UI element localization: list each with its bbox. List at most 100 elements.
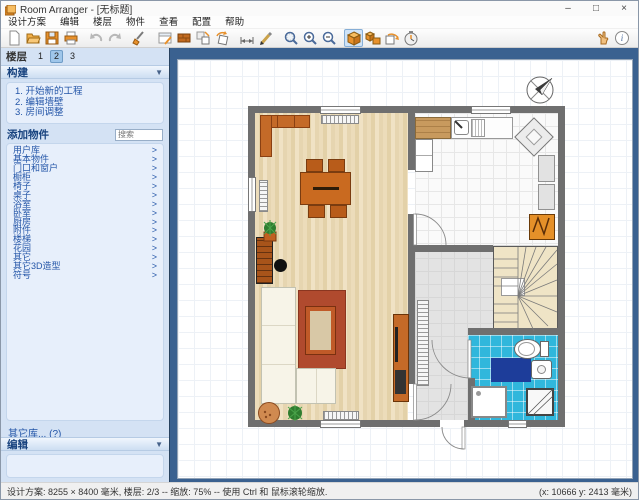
- dining-chair[interactable]: [330, 205, 347, 218]
- stool[interactable]: [274, 259, 287, 272]
- menu-item-view[interactable]: 查看: [152, 16, 185, 29]
- window[interactable]: [471, 106, 511, 114]
- washbasin-bowl: [537, 365, 546, 374]
- shower-cabin[interactable]: [526, 388, 554, 416]
- pen-icon: [258, 30, 274, 46]
- paint-format-button[interactable]: [130, 29, 149, 47]
- hand-pointer-icon: [595, 30, 611, 46]
- dining-table-inlay: [313, 187, 339, 190]
- sofa[interactable]: [296, 368, 336, 404]
- menu-item-edit[interactable]: 编辑: [53, 16, 86, 29]
- wall-icon: [176, 30, 192, 46]
- bookshelf[interactable]: [256, 237, 273, 284]
- zoom-out-button[interactable]: [319, 29, 338, 47]
- side-table[interactable]: [258, 402, 280, 424]
- save-button[interactable]: [42, 29, 61, 47]
- zoom-selection-button[interactable]: [281, 29, 300, 47]
- walkthrough-button[interactable]: [382, 29, 401, 47]
- door-swing: [442, 427, 464, 449]
- about-button[interactable]: i: [612, 29, 631, 47]
- window[interactable]: [508, 420, 527, 428]
- menu-item-floors[interactable]: 楼层: [86, 16, 119, 29]
- new-room-button[interactable]: [155, 29, 174, 47]
- open-button[interactable]: [23, 29, 42, 47]
- stopwatch-icon: [403, 30, 419, 46]
- window[interactable]: [320, 420, 361, 428]
- dining-chair[interactable]: [306, 159, 323, 172]
- radiator[interactable]: [259, 180, 268, 212]
- radiator[interactable]: [321, 115, 359, 124]
- wall-button[interactable]: [174, 29, 193, 47]
- radiator[interactable]: [323, 411, 359, 420]
- tv-equipment: [395, 370, 406, 394]
- kitchen-counter-wood[interactable]: [415, 117, 451, 139]
- edit-section-body: [6, 454, 164, 478]
- menu-item-config[interactable]: 配置: [185, 16, 218, 29]
- minimize-button[interactable]: –: [554, 1, 582, 16]
- status-left: 设计方案: 8255 × 8400 毫米, 楼层: 2/3 -- 缩放: 75%…: [7, 485, 327, 498]
- tall-cabinet[interactable]: [415, 139, 433, 172]
- draw-button[interactable]: [256, 29, 275, 47]
- pointer-tool-button[interactable]: [593, 29, 612, 47]
- compass-icon: [527, 77, 553, 103]
- move-object-icon: [195, 30, 211, 46]
- build-step-3[interactable]: 3. 房间调整: [15, 108, 155, 119]
- wall-cabinet[interactable]: [538, 155, 555, 182]
- quick-settings-button[interactable]: [401, 29, 420, 47]
- menu-item-help[interactable]: 帮助: [218, 16, 251, 29]
- menu-item-objects[interactable]: 物件: [119, 16, 152, 29]
- move-object-button[interactable]: [193, 29, 212, 47]
- objects-library-button[interactable]: [363, 29, 382, 47]
- collapse-arrow-icon[interactable]: ▼: [155, 68, 163, 77]
- search-input[interactable]: [115, 129, 163, 141]
- coffee-table[interactable]: [306, 307, 335, 354]
- entrance-door-opening[interactable]: [440, 420, 464, 428]
- build-section-header[interactable]: 构建 ▼: [1, 65, 169, 79]
- drawing-page[interactable]: [177, 59, 633, 479]
- floor-tab-3[interactable]: 3: [66, 50, 79, 63]
- redo-button[interactable]: [105, 29, 124, 47]
- rotate-object-icon: [214, 30, 230, 46]
- build-step-1[interactable]: 1. 开始新的工程: [15, 87, 155, 98]
- bathroom-mat[interactable]: [491, 358, 531, 382]
- kitchen-sink[interactable]: [454, 120, 469, 135]
- dining-chair[interactable]: [328, 159, 345, 172]
- dining-chair[interactable]: [308, 205, 325, 218]
- hall-radiator[interactable]: [417, 300, 429, 386]
- floor-tab-2[interactable]: 2: [50, 50, 63, 63]
- undo-button[interactable]: [86, 29, 105, 47]
- rotate-object-button[interactable]: [212, 29, 231, 47]
- edit-section-header[interactable]: 编辑 ▼: [1, 437, 169, 451]
- zoom-selection-icon: [283, 30, 299, 46]
- collapse-arrow-icon[interactable]: ▼: [155, 440, 163, 449]
- chevron-right-icon: >: [152, 271, 157, 280]
- category-item-symbols[interactable]: 符号>: [7, 271, 163, 280]
- stove[interactable]: [529, 214, 555, 240]
- other-libraries-link[interactable]: 其它库... (?): [1, 424, 169, 437]
- window-title: Room Arranger - [无标题]: [20, 1, 554, 16]
- add-objects-title: 添加物件: [7, 127, 49, 142]
- wall-cabinet[interactable]: [538, 184, 555, 210]
- edit-title: 编辑: [7, 437, 28, 452]
- app-window: Room Arranger - [无标题] – □ × 设计方案 编辑 楼层 物…: [0, 0, 639, 500]
- title-bar: Room Arranger - [无标题] – □ ×: [1, 1, 638, 16]
- window[interactable]: [248, 177, 256, 212]
- dimension-button[interactable]: [237, 29, 256, 47]
- save-icon: [44, 30, 60, 46]
- toilet-tank: [540, 341, 549, 357]
- menu-item-design[interactable]: 设计方案: [1, 16, 53, 29]
- print-button[interactable]: [61, 29, 80, 47]
- floor-tab-1[interactable]: 1: [34, 50, 47, 63]
- view-3d-button[interactable]: [344, 29, 363, 47]
- zoom-in-button[interactable]: [300, 29, 319, 47]
- sofa[interactable]: [261, 287, 296, 404]
- corner-bench[interactable]: [260, 115, 272, 157]
- status-bar: 设计方案: 8255 × 8400 毫米, 楼层: 2/3 -- 缩放: 75%…: [1, 482, 638, 499]
- close-button[interactable]: ×: [610, 1, 638, 16]
- window[interactable]: [320, 106, 361, 114]
- new-document-button[interactable]: [4, 29, 23, 47]
- door-leaf: [462, 427, 465, 449]
- floor-tabs: 楼层 1 2 3: [1, 48, 169, 65]
- canvas[interactable]: [169, 48, 638, 482]
- maximize-button[interactable]: □: [582, 1, 610, 16]
